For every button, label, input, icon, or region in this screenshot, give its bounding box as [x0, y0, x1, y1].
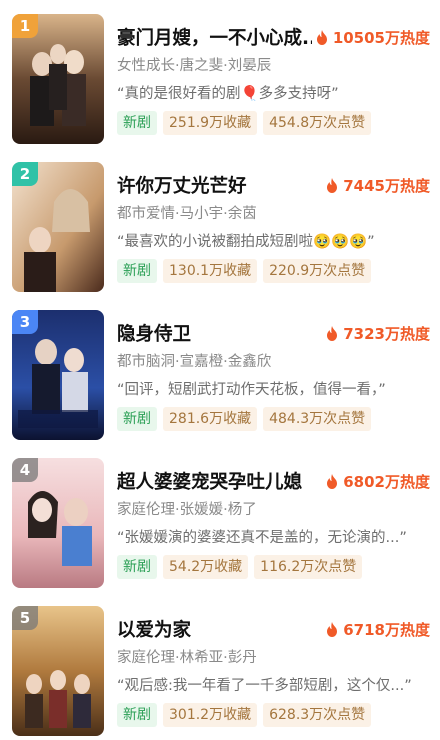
- flame-icon: [327, 325, 338, 341]
- genre-cast: 都市爱情·马小宇·余茵: [117, 206, 257, 222]
- list-item[interactable]: 4 超人婆婆宠哭孕吐儿媳 6802万热度 家庭伦理·张媛媛·杨了 “张媛媛演的婆…: [0, 458, 440, 606]
- cover-image[interactable]: 3: [12, 310, 104, 440]
- heat-label: 6718万热度: [343, 620, 430, 639]
- genre-cast: 家庭伦理·林希亚·彭丹: [117, 650, 257, 666]
- drama-title[interactable]: 隐身侍卫: [117, 320, 191, 346]
- flame-icon: [327, 473, 338, 489]
- review-quote: “回评，短剧武打动作天花板，值得一看，”: [117, 382, 386, 398]
- new-drama-badge: 新剧: [117, 259, 157, 283]
- heat-count: 7323万热度: [326, 323, 430, 344]
- review-quote: “真的是很好看的剧🎈多多支持呀”: [117, 86, 339, 102]
- rank-badge: 1: [12, 14, 38, 38]
- drama-title[interactable]: 以爱为家: [117, 616, 191, 642]
- new-drama-badge: 新剧: [117, 555, 157, 579]
- list-item[interactable]: 1 豪门月嫂，一不小心成... 10505万热度 女性成长·唐之斐·刘晏辰 “真…: [0, 14, 440, 162]
- flame-icon: [327, 621, 338, 637]
- genre-cast: 都市脑洞·宣嘉橙·金鑫欣: [117, 354, 272, 370]
- flame-icon: [316, 29, 327, 45]
- likes-count: 220.9万次点赞: [263, 259, 372, 283]
- likes-count: 628.3万次点赞: [263, 703, 372, 727]
- heat-label: 6802万热度: [343, 472, 430, 491]
- review-quote: “最喜欢的小说被翻拍成短剧啦🥹🥹🥹”: [117, 234, 375, 250]
- new-drama-badge: 新剧: [117, 407, 157, 431]
- cover-image[interactable]: 4: [12, 458, 104, 588]
- likes-count: 484.3万次点赞: [263, 407, 372, 431]
- list-item[interactable]: 2 许你万丈光芒好 7445万热度 都市爱情·马小宇·余茵 “最喜欢的小说被翻拍…: [0, 162, 440, 310]
- rank-badge: 2: [12, 162, 38, 186]
- favorites-count: 301.2万收藏: [163, 703, 258, 727]
- heat-count: 7445万热度: [326, 175, 430, 196]
- drama-ranking-list: 1 豪门月嫂，一不小心成... 10505万热度 女性成长·唐之斐·刘晏辰 “真…: [0, 0, 440, 740]
- cover-image[interactable]: 1: [12, 14, 104, 144]
- favorites-count: 251.9万收藏: [163, 111, 258, 135]
- likes-count: 116.2万次点赞: [254, 555, 363, 579]
- list-item[interactable]: 3 隐身侍卫 7323万热度 都市脑洞·宣嘉橙·金鑫欣 “回评，短剧武打动作天花…: [0, 310, 440, 458]
- drama-title[interactable]: 许你万丈光芒好: [117, 172, 247, 198]
- drama-title[interactable]: 豪门月嫂，一不小心成...: [117, 24, 312, 50]
- rank-badge: 3: [12, 310, 38, 334]
- heat-label: 7323万热度: [343, 324, 430, 343]
- new-drama-badge: 新剧: [117, 703, 157, 727]
- new-drama-badge: 新剧: [117, 111, 157, 135]
- review-quote: “张媛媛演的婆婆还真不是盖的，无论演的...”: [117, 530, 407, 546]
- cover-image[interactable]: 5: [12, 606, 104, 736]
- likes-count: 454.8万次点赞: [263, 111, 372, 135]
- heat-count: 6718万热度: [326, 619, 430, 640]
- heat-label: 7445万热度: [343, 176, 430, 195]
- favorites-count: 281.6万收藏: [163, 407, 258, 431]
- heat-count: 6802万热度: [326, 471, 430, 492]
- flame-icon: [327, 177, 338, 193]
- heat-label: 10505万热度: [332, 28, 430, 47]
- cover-image[interactable]: 2: [12, 162, 104, 292]
- favorites-count: 130.1万收藏: [163, 259, 258, 283]
- genre-cast: 女性成长·唐之斐·刘晏辰: [117, 58, 272, 74]
- rank-badge: 5: [12, 606, 38, 630]
- heat-count: 10505万热度: [316, 27, 430, 48]
- rank-badge: 4: [12, 458, 38, 482]
- genre-cast: 家庭伦理·张媛媛·杨了: [117, 502, 257, 518]
- favorites-count: 54.2万收藏: [163, 555, 249, 579]
- list-item[interactable]: 5 以爱为家 6718万热度 家庭伦理·林希亚·彭丹 “观后感:我一年看了一千多…: [0, 606, 440, 740]
- review-quote: “观后感:我一年看了一千多部短剧，这个仅...”: [117, 678, 412, 694]
- drama-title[interactable]: 超人婆婆宠哭孕吐儿媳: [117, 468, 302, 494]
